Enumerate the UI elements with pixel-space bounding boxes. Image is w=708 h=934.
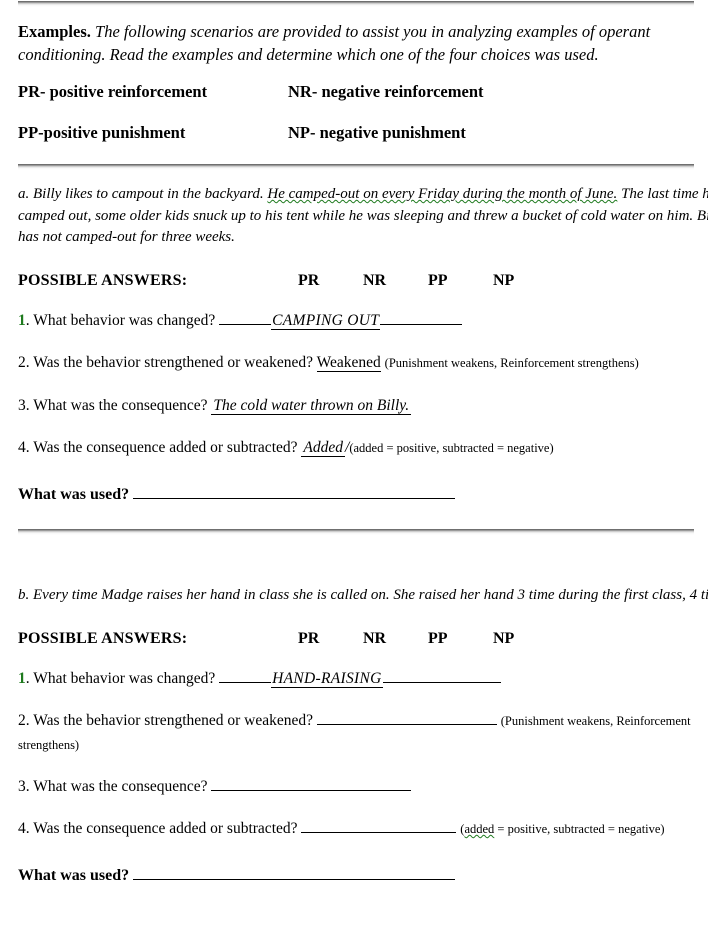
what-was-used-a: What was used? [18,483,694,504]
question-b-4-text: 4. Was the consequence added or subtract… [18,820,298,838]
option-nr-b[interactable]: NR [363,630,428,648]
what-was-used-blank-b[interactable] [133,864,456,881]
question-a-3-text: 3. What was the consequence? [18,396,208,414]
what-was-used-b: What was used? [18,864,694,885]
intro-heading: Examples [18,22,87,41]
answer-blank-b-1-lead[interactable] [219,667,272,684]
scenario-a-part1: a. Billy likes to campout in the backyar… [18,185,268,202]
hint-b-4-rest: = positive, subtracted = negative) [494,822,665,837]
possible-answers-label-b: POSSIBLE ANSWERS: [18,630,188,648]
question-b-2: 2. Was the behavior strengthened or weak… [18,709,694,756]
answer-a-3[interactable]: The cold water thrown on Billy. [211,396,412,415]
scenario-a: a. Billy likes to campout in the backyar… [18,184,708,249]
key-row-reinforcement: PR- positive reinforcement NR- negative … [18,82,694,102]
key-np: NP- negative punishment [288,122,466,142]
possible-answers-b: POSSIBLE ANSWERS: PR NR PP NP [18,630,694,648]
hint-a-4: (added = positive, subtracted = negative… [349,440,554,455]
answer-blank-b-4[interactable] [301,817,457,834]
section-a-wrap: a. Billy likes to campout in the backyar… [0,184,708,504]
option-pr-b[interactable]: PR [298,630,363,648]
question-a-1: 1. What behavior was changed? CAMPING OU… [18,309,694,332]
answer-blank-b-2[interactable] [316,710,497,726]
question-a-4-text: 4. Was the consequence added or subtract… [18,438,298,456]
question-a-2-text: 2. Was the behavior strengthened or weak… [18,354,314,372]
question-a-2: 2. Was the behavior strengthened or weak… [18,351,694,374]
option-np-a[interactable]: NP [493,272,558,290]
section-b-spacer [18,535,694,571]
what-was-used-blank-a[interactable] [133,483,456,500]
question-b-1-number: 1 [18,670,26,688]
divider-bottom [18,528,694,536]
answer-blank-a-1-tail[interactable] [380,309,463,326]
intro-heading-period: . [86,22,91,41]
hint-b-4-misspelled-word: added [464,822,495,837]
divider-middle [18,162,694,170]
option-nr-a[interactable]: NR [363,272,428,290]
what-was-used-label-a: What was used? [18,486,130,504]
divider-top [18,0,694,7]
key-nr: NR- negative reinforcement [288,81,484,101]
possible-answers-label-a: POSSIBLE ANSWERS: [18,272,188,290]
section-b-wrap: b. Every time Madge raises her hand in c… [0,535,708,885]
question-a-1-number: 1 [18,312,26,330]
option-pp-a[interactable]: PP [428,272,493,290]
scenario-a-struck-sentence: He camped-out on every Friday during the… [267,185,618,202]
option-pr-a[interactable]: PR [298,272,363,290]
question-a-1-text: . What behavior was changed? [25,312,216,330]
option-pp-b[interactable]: PP [428,630,493,648]
possible-answers-a: POSSIBLE ANSWERS: PR NR PP NP [18,272,694,290]
answer-b-1[interactable]: HAND-RAISING [271,670,383,689]
answer-a-2[interactable]: Weakened [316,354,381,373]
question-b-3-text: 3. What was the consequence? [18,777,208,795]
question-b-1: 1. What behavior was changed? HAND-RAISI… [18,667,694,690]
answer-a-4[interactable]: Added [301,438,345,457]
key-row-punishment: PP-positive punishment NP- negative puni… [18,123,694,143]
intro-text: The following scenarios are provided to … [18,22,651,65]
scenario-b: b. Every time Madge raises her hand in c… [18,587,708,604]
hint-b-4: (added = positive, subtracted = negative… [460,822,664,836]
document-body: Examples. The following scenarios are pr… [0,20,708,143]
question-a-3: 3. What was the consequence? The cold wa… [18,394,694,417]
what-was-used-label-b: What was used? [18,867,130,885]
question-b-2-text: 2. Was the behavior strengthened or weak… [18,712,314,730]
answer-blank-a-1-lead[interactable] [219,309,272,326]
key-pr: PR- positive reinforcement [18,81,208,101]
answer-blank-b-1-tail[interactable] [382,667,501,684]
key-pp: PP-positive punishment [18,122,186,142]
answer-a-1[interactable]: CAMPING OUT [271,312,381,331]
question-b-3: 3. What was the consequence? [18,775,694,798]
option-np-b[interactable]: NP [493,630,558,648]
question-b-1-text: . What behavior was changed? [25,670,216,688]
question-b-4: 4. Was the consequence added or subtract… [18,817,694,840]
intro-paragraph: Examples. The following scenarios are pr… [18,20,694,67]
hint-a-2: (Punishment weakens, Reinforcement stren… [384,356,639,371]
answer-blank-b-3[interactable] [211,775,412,791]
question-a-4: 4. Was the consequence added or subtract… [18,436,694,459]
document-page: Examples. The following scenarios are pr… [0,0,708,934]
